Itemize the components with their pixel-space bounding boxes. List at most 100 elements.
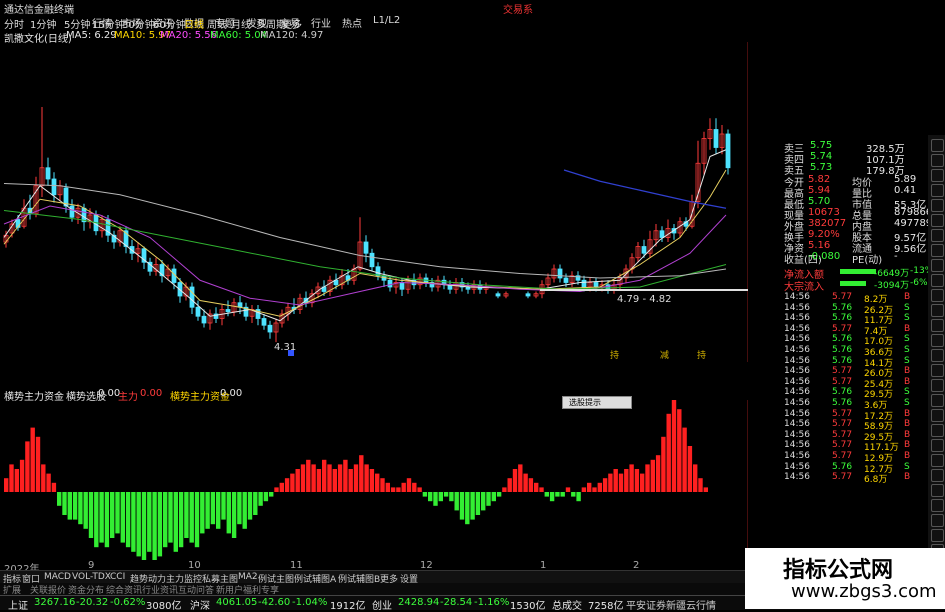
tick-time: 14:56 [784, 398, 810, 408]
period-tab[interactable]: 分时 [4, 16, 24, 31]
flow-bar-up [655, 455, 661, 492]
index-pct: -1.04% [292, 597, 328, 608]
menu-item[interactable]: L1/L2 [373, 15, 400, 26]
flow-bar-down [163, 492, 168, 548]
flow-bar-down [475, 492, 481, 515]
period-tab[interactable]: 1分钟 [30, 16, 56, 31]
toolbar-icon[interactable] [931, 259, 944, 272]
toolbar-icon[interactable] [931, 154, 944, 167]
flow-bar-up [332, 469, 337, 492]
flow-bar-up [337, 464, 343, 492]
toolbar-icon[interactable] [931, 484, 944, 497]
index-amount: 1530亿 [510, 601, 546, 612]
flow-bar [840, 281, 866, 286]
flow-bar-down [189, 492, 194, 543]
candle-body [495, 293, 501, 297]
toolbar-icon[interactable] [931, 214, 944, 227]
tab[interactable]: MACD [44, 572, 71, 582]
toolbar-icon[interactable] [931, 469, 944, 482]
tick-price: 5.77 [832, 408, 853, 419]
toolbar-icon[interactable] [931, 394, 944, 407]
index-name[interactable]: 创业 [372, 597, 392, 612]
tick-time: 14:56 [784, 334, 810, 345]
flow-bar-down [231, 492, 237, 538]
quote-value: - [894, 251, 898, 262]
tick-side: S [904, 398, 910, 408]
quote-value: 879866 [894, 207, 933, 218]
toolbar-icon[interactable] [931, 439, 944, 452]
toolbar-icon[interactable] [931, 304, 944, 317]
toolbar-icon[interactable] [931, 319, 944, 332]
tick-time: 14:56 [784, 472, 810, 483]
tick-price: 5.77 [832, 376, 853, 387]
toolbar-icon[interactable] [931, 529, 944, 542]
flow-bar-up [316, 469, 322, 492]
toolbar-icon[interactable] [931, 349, 944, 362]
menu-item[interactable]: 热点 [342, 15, 362, 30]
tick-time: 14:56 [784, 408, 810, 419]
quote-value: 497789 [894, 218, 933, 229]
period-tab[interactable]: 30分钟 [122, 16, 155, 31]
flow-bar-down [263, 492, 269, 502]
toolbar-icon[interactable] [931, 244, 944, 257]
flow-bar-up [592, 487, 597, 492]
toolbar-icon[interactable] [931, 514, 944, 527]
candle-body [225, 309, 231, 313]
toolbar-icon[interactable] [931, 184, 944, 197]
toolbar-icon[interactable] [931, 139, 944, 152]
period-tab[interactable]: 周线 [207, 16, 227, 31]
candle-body [51, 178, 57, 196]
tab[interactable]: VOL-TDX [72, 572, 111, 582]
flow-bar-up [51, 482, 57, 492]
flow-bar-up [682, 427, 687, 492]
toolbar-icon[interactable] [931, 289, 944, 302]
news-ticker[interactable]: 平安证券新疆云行情 [626, 597, 716, 612]
toolbar-icon[interactable] [931, 364, 944, 377]
tab[interactable]: CCI [110, 572, 125, 582]
tick-time: 14:56 [784, 419, 810, 430]
flow-bar-down [125, 492, 131, 548]
flow-bar-down [491, 492, 496, 502]
toolbar-icon[interactable] [931, 334, 944, 347]
toolbar-icon[interactable] [931, 379, 944, 392]
menu-item[interactable]: 行业 [311, 15, 331, 30]
index-value: 2428.94 [398, 597, 440, 608]
flow-bar-down [168, 492, 173, 543]
toolbar-icon[interactable] [931, 424, 944, 437]
index-name[interactable]: 上证 [8, 597, 28, 612]
flow-bar-up [523, 473, 528, 492]
flow-bar-down [226, 492, 231, 534]
tick-time: 14:56 [784, 292, 810, 302]
total-volume: 7258亿 [588, 601, 624, 612]
period-tab[interactable]: 5分钟 [64, 16, 90, 31]
tick-price: 5.77 [832, 292, 853, 302]
title-bar: 通达信金融终端 交易系 [0, 0, 945, 16]
flow-bar-down [152, 492, 157, 560]
period-tab[interactable]: 月线 [231, 16, 251, 31]
period-tab[interactable]: 更多 [282, 16, 302, 31]
ma250-line [563, 169, 727, 209]
toolbar-icon[interactable] [931, 229, 944, 242]
stock-pick-button[interactable]: 选股提示 [562, 396, 632, 409]
fund-flow-chart[interactable]: 20.0015.0010.005.000.00-5.00-10.00-15.00 [0, 400, 748, 560]
tick-side: B [904, 292, 911, 302]
toolbar-icon[interactable] [931, 199, 944, 212]
candlestick-chart[interactable]: 6.005.805.605.405.205.004.804.604.40 [0, 42, 748, 362]
period-tab-active[interactable]: 日线 [184, 16, 204, 31]
toolbar-icon[interactable] [931, 409, 944, 422]
quote-value: -0.080 [808, 251, 841, 262]
index-name[interactable]: 沪深 [190, 597, 210, 612]
toolbar-icon[interactable] [931, 499, 944, 512]
toolbar-icon[interactable] [931, 169, 944, 182]
period-tab[interactable]: 15分钟 [92, 16, 125, 31]
tab[interactable]: MA2 [238, 572, 258, 582]
ma120-value: MA120: 4.97 [260, 30, 324, 41]
flow-bar-up [587, 482, 592, 492]
signal-label: 减 [660, 351, 670, 361]
indicator-value: 0.00 [220, 388, 243, 399]
flow-bar-down [486, 492, 491, 506]
period-tab[interactable]: 60分钟 [153, 16, 186, 31]
flow-bar-up [645, 464, 650, 492]
toolbar-icon[interactable] [931, 454, 944, 467]
toolbar-icon[interactable] [931, 274, 944, 287]
